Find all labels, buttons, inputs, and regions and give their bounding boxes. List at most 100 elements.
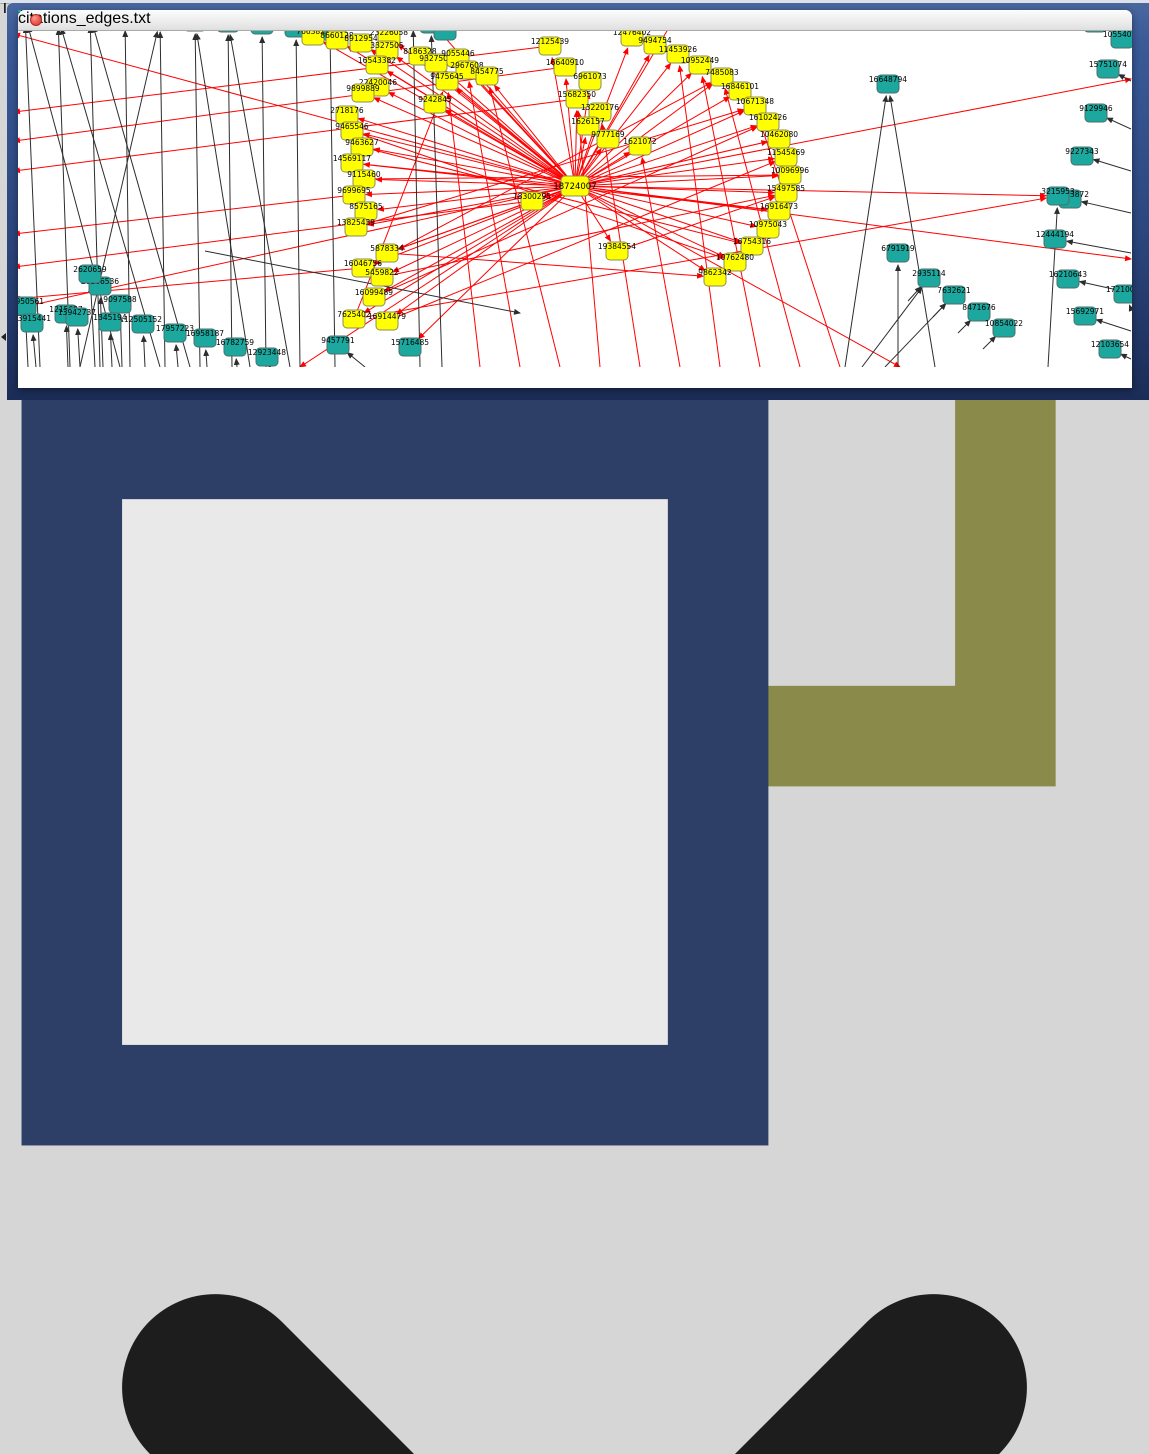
close-panel-icon[interactable]: [0, 1172, 1149, 1454]
network-node[interactable]: 9097588: [103, 295, 137, 313]
network-window-title: citations_edges.txt: [18, 10, 1132, 28]
network-node[interactable]: 16210643: [1049, 270, 1087, 288]
network-edge[interactable]: [111, 334, 112, 367]
network-edge[interactable]: [206, 350, 207, 367]
network-edge[interactable]: [885, 304, 946, 367]
network-edge[interactable]: [890, 96, 935, 367]
node-label: 1345194: [93, 313, 127, 322]
node-label: 12923448: [248, 348, 286, 357]
network-node[interactable]: 9777169: [591, 130, 625, 148]
network-node[interactable]: 17210044: [1106, 285, 1132, 303]
network-window-titlebar[interactable]: citations_edges.txt: [18, 10, 1132, 31]
network-node[interactable]: 11545469: [767, 148, 805, 166]
network-node[interactable]: 15692971: [1066, 307, 1104, 325]
network-edge[interactable]: [78, 329, 80, 367]
network-edge[interactable]: [18, 195, 354, 234]
network-node[interactable]: 13825439: [337, 218, 375, 236]
network-node[interactable]: 12444194: [1036, 230, 1074, 248]
network-node[interactable]: 12125439: [531, 37, 569, 55]
network-edge[interactable]: [91, 286, 95, 367]
network-edge[interactable]: [983, 336, 996, 349]
network-edge[interactable]: [66, 326, 68, 367]
network-edge[interactable]: [18, 268, 363, 299]
network-edge[interactable]: [1093, 160, 1131, 171]
network-node[interactable]: 10975043: [749, 220, 787, 238]
network-node[interactable]: 15751074: [1089, 60, 1127, 78]
network-node[interactable]: 13915441: [18, 314, 51, 332]
network-edge[interactable]: [1096, 320, 1131, 331]
node-label: 1621072: [623, 137, 657, 146]
network-edge[interactable]: [845, 96, 886, 367]
node-label: 11453926: [659, 45, 697, 54]
network-edge[interactable]: [389, 92, 575, 186]
network-edge[interactable]: [1129, 305, 1131, 309]
zoom-icon[interactable]: [18, 14, 30, 26]
network-edge[interactable]: [1067, 241, 1131, 253]
network-node[interactable]: 10554088: [1103, 30, 1132, 48]
node-label: 3327505: [370, 41, 404, 50]
network-edge[interactable]: [1082, 202, 1131, 213]
network-edge[interactable]: [862, 288, 922, 367]
network-edge[interactable]: [419, 186, 575, 339]
network-node[interactable]: 7625402: [337, 310, 371, 328]
node-label: 16102426: [749, 113, 787, 122]
network-node[interactable]: 9227343: [1065, 147, 1099, 165]
network-node[interactable]: 9129946: [1079, 104, 1113, 122]
node-label: 2935114: [912, 269, 946, 278]
node-label: 15716485: [391, 338, 429, 347]
network-edge[interactable]: [958, 320, 971, 333]
node-label: 9457791: [321, 336, 355, 345]
node-label: 10554088: [1103, 30, 1132, 39]
node-label: 7485083: [705, 68, 739, 77]
network-edge[interactable]: [144, 336, 145, 367]
node-label: 15692971: [1066, 307, 1104, 316]
network-edge[interactable]: [330, 43, 335, 367]
network-edge[interactable]: [908, 287, 921, 301]
network-node[interactable]: 19384554: [598, 242, 636, 260]
node-label: 9699695: [337, 186, 371, 195]
network-edge[interactable]: [230, 35, 290, 367]
network-edge[interactable]: [262, 37, 266, 367]
node-label: 13825439: [337, 218, 375, 227]
node-label: 9463627: [345, 138, 379, 147]
network-edge[interactable]: [575, 79, 1131, 186]
node-label: 10854022: [985, 319, 1023, 328]
network-edge[interactable]: [1121, 354, 1131, 359]
network-node[interactable]: 16914479: [368, 312, 406, 330]
node-label: 18724007: [553, 182, 596, 192]
network-node[interactable]: 10854022: [985, 319, 1023, 337]
minimize-icon[interactable]: [51, 14, 63, 26]
network-node[interactable]: 9457791: [321, 336, 355, 354]
network-node[interactable]: 6961073: [573, 72, 607, 90]
network-canvas[interactable]: 2053153403557420691406106532871527602646…: [18, 10, 1132, 372]
network-edge[interactable]: [176, 345, 178, 367]
network-edge[interactable]: [1107, 118, 1131, 129]
network-edge[interactable]: [385, 186, 575, 291]
node-label: 10975043: [749, 220, 787, 229]
network-node[interactable]: 15716485: [391, 338, 429, 356]
node-label: 9055446: [441, 49, 475, 58]
network-node[interactable]: 2935114: [912, 269, 946, 287]
node-label: 9465546: [335, 122, 369, 131]
node-label: 12505152: [124, 315, 162, 324]
network-node[interactable]: 9862342: [698, 268, 732, 286]
network-edge[interactable]: [100, 298, 103, 367]
network-node[interactable]: 12923448: [248, 348, 286, 366]
network-node[interactable]: 7632621: [937, 286, 971, 304]
node-label: 10096996: [771, 166, 809, 175]
panel-collapse-arrow[interactable]: [1, 333, 6, 341]
node-label: 10952449: [681, 56, 719, 65]
node-label: 8471676: [962, 303, 996, 312]
network-edge[interactable]: [356, 109, 744, 227]
node-label: 9475645: [430, 72, 464, 81]
node-label: 13915441: [18, 314, 51, 323]
network-node[interactable]: 17950561: [18, 297, 44, 315]
network-edge[interactable]: [347, 353, 365, 367]
network-node[interactable]: 16648794: [869, 75, 907, 93]
network-edge[interactable]: [236, 359, 237, 367]
network-edge[interactable]: [296, 40, 300, 367]
network-edge[interactable]: [33, 335, 36, 367]
node-label: 12444194: [1036, 230, 1074, 239]
close-icon[interactable]: [30, 14, 42, 26]
network-node[interactable]: 6791919: [881, 244, 915, 262]
